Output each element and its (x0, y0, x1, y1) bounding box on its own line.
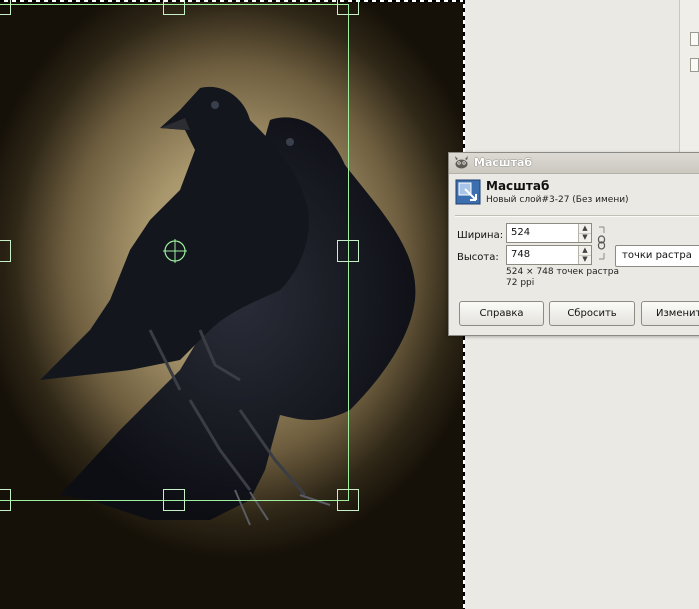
scale-button-label: Изменить (656, 308, 699, 319)
unit-select[interactable]: точки растра (615, 245, 699, 267)
width-input[interactable]: 524 ▲ ▼ (506, 223, 592, 243)
gimp-wilber-icon (455, 156, 468, 169)
scale-layer-icon (455, 179, 481, 205)
height-spin-arrows[interactable]: ▲ ▼ (578, 246, 591, 264)
help-button-label: Справка (479, 308, 524, 319)
size-info: 524 × 748 точек растра (506, 267, 620, 277)
reset-button-label: Сбросить (567, 308, 617, 319)
dialog-header-subtitle: Новый слой#3-27 (Без имени) (486, 195, 629, 205)
crow-image (40, 86, 416, 526)
scroll-button-down[interactable] (690, 58, 699, 72)
height-value: 748 (511, 249, 531, 260)
crosshair-icon[interactable] (163, 239, 187, 263)
canvas-border-top (0, 0, 465, 2)
handle-middle-right[interactable] (337, 240, 359, 262)
width-value: 524 (511, 227, 531, 238)
resolution-info: 72 ppi (506, 278, 535, 288)
scale-dialog: Масштаб Масштаб Новый слой#3-27 (Без име… (448, 152, 699, 336)
chain-link-icon[interactable] (597, 225, 606, 261)
height-label: Высота: (457, 252, 499, 263)
handle-bottom-center[interactable] (163, 489, 185, 511)
help-button[interactable]: Справка (459, 301, 544, 326)
width-label: Ширина: (457, 230, 504, 241)
width-decrement-icon[interactable]: ▼ (579, 233, 591, 242)
width-spin-arrows[interactable]: ▲ ▼ (578, 224, 591, 242)
scale-button[interactable]: Изменить (641, 301, 699, 326)
scroll-button-up[interactable] (690, 32, 699, 46)
height-input[interactable]: 748 ▲ ▼ (506, 245, 592, 265)
panel-scrollbar[interactable] (679, 0, 699, 160)
handle-top-center[interactable] (163, 0, 185, 15)
handle-middle-left[interactable] (0, 240, 11, 262)
header-separator (455, 215, 699, 217)
handle-top-right[interactable] (337, 0, 359, 15)
unit-select-value: точки растра (622, 250, 692, 261)
handle-top-left[interactable] (0, 0, 11, 15)
dialog-title: Масштаб (474, 156, 533, 169)
height-decrement-icon[interactable]: ▼ (579, 255, 591, 264)
image-canvas[interactable] (0, 0, 465, 609)
handle-bottom-left[interactable] (0, 489, 11, 511)
handle-bottom-right[interactable] (337, 489, 359, 511)
reset-button[interactable]: Сбросить (549, 301, 635, 326)
dialog-header-title: Масштаб (486, 179, 550, 193)
dialog-titlebar[interactable]: Масштаб (449, 153, 699, 174)
